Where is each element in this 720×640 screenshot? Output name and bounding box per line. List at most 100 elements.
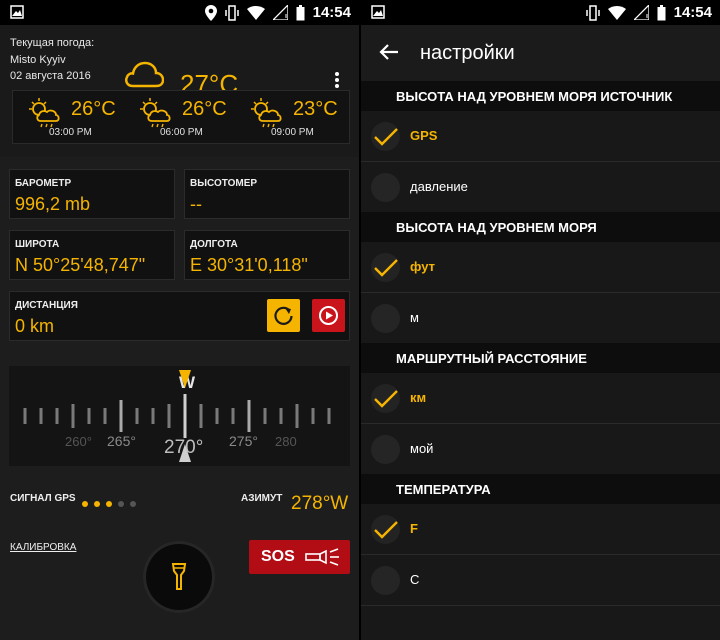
section-header: ВЫСОТА НАД УРОВНЕМ МОРЯ <box>361 212 720 242</box>
option-meters[interactable]: м <box>361 293 720 343</box>
distance-card: ДИСТАНЦИЯ 0 km <box>9 291 350 341</box>
barometer-value: 996,2 mb <box>15 194 91 214</box>
radio-empty <box>371 304 400 333</box>
gps-signal-label: СИГНАЛ GPS <box>10 493 76 504</box>
play-icon <box>319 306 338 325</box>
longitude-value: E 30°31'0,118" <box>190 255 308 275</box>
section-title: ТЕМПЕРАТУРА <box>396 482 491 497</box>
section-title: ВЫСОТА НАД УРОВНЕМ МОРЯ <box>396 220 597 235</box>
check-mark <box>371 384 400 413</box>
wifi-icon <box>607 5 626 20</box>
compass-tick-label: 265° <box>107 433 136 449</box>
section-title: МАРШРУТНЫЙ РАССТОЯНИЕ <box>396 351 587 366</box>
option-label: GPS <box>410 128 438 143</box>
location-name: Misto Kyyiv <box>10 54 66 66</box>
location-icon <box>204 4 217 21</box>
sos-label: SOS <box>261 548 295 565</box>
sos-flashlight-icon <box>305 548 339 566</box>
barometer-label: БАРОМЕТР <box>15 178 72 189</box>
option-label: мой <box>410 441 434 456</box>
longitude-card: ДОЛГОТА E 30°31'0,118" <box>184 230 350 280</box>
cell-signal-icon <box>633 5 649 20</box>
check-mark <box>371 122 400 151</box>
flashlight-button[interactable] <box>146 544 212 610</box>
forecast-time: 03:00 PM <box>49 127 92 138</box>
longitude-label: ДОЛГОТА <box>190 239 238 250</box>
partly-cloudy-rain-icon <box>29 98 60 128</box>
clock: 14:54 <box>312 4 351 21</box>
compass-strip: W 260° 265° 270° 275° 280 <box>9 366 350 466</box>
forecast-time: 06:00 PM <box>160 127 203 138</box>
distance-label: ДИСТАНЦИЯ <box>15 300 78 311</box>
option-label: давление <box>410 179 468 194</box>
compass-tick-label: 280 <box>275 434 297 449</box>
altimeter-label: ВЫСОТОМЕР <box>190 178 258 189</box>
forecast-item: 23°C 09:00 PM <box>235 91 345 145</box>
option-label: C <box>410 572 420 587</box>
screen: 14:54 Текущая погода: Misto Kyyiv 02 авг… <box>0 0 720 640</box>
option-fahrenheit[interactable]: F <box>361 504 720 554</box>
refresh-icon <box>274 306 293 325</box>
compass-scale: W 260° 265° 270° 275° 280 <box>23 370 331 462</box>
overflow-menu-button[interactable] <box>332 72 342 92</box>
option-mi[interactable]: мой <box>361 424 720 474</box>
gps-signal-dot <box>94 501 100 507</box>
checkmark-icon <box>374 521 398 539</box>
flashlight-icon <box>171 563 187 590</box>
altimeter-value: -- <box>190 194 202 214</box>
start-tracking-button[interactable] <box>312 299 345 332</box>
settings-title: настройки <box>420 42 515 64</box>
option-gps[interactable]: GPS <box>361 111 720 161</box>
section-header: ТЕМПЕРАТУРА <box>361 474 720 504</box>
compass-tick-label: 260° <box>65 434 92 449</box>
compass-tick-label: 275° <box>229 433 258 449</box>
reset-distance-button[interactable] <box>267 299 300 332</box>
gps-signal-dot <box>82 501 88 507</box>
back-arrow-icon[interactable] <box>379 43 399 61</box>
forecast-temp: 26°C <box>71 98 116 120</box>
barometer-card: БАРОМЕТР 996,2 mb <box>9 169 175 219</box>
weather-date: 02 августа 2016 <box>10 70 91 82</box>
settings-app-bar: настройки <box>361 25 720 81</box>
forecast-temp: 26°C <box>182 98 227 120</box>
cell-signal-icon <box>272 5 288 20</box>
option-label: м <box>410 310 419 325</box>
option-celsius[interactable]: C <box>361 555 720 605</box>
sos-button[interactable]: SOS <box>249 540 350 574</box>
azimuth-value: 278°W <box>291 493 349 514</box>
partly-cloudy-rain-icon <box>251 98 282 128</box>
forecast-temp: 23°C <box>293 98 338 120</box>
clock: 14:54 <box>673 4 712 21</box>
section-header: МАРШРУТНЫЙ РАССТОЯНИЕ <box>361 343 720 373</box>
latitude-card: ШИРОТА N 50°25'48,747" <box>9 230 175 280</box>
checkmark-icon <box>374 390 398 408</box>
radio-empty <box>371 435 400 464</box>
option-label: км <box>410 390 427 405</box>
latitude-value: N 50°25'48,747" <box>15 255 146 275</box>
altimeter-card: ВЫСОТОМЕР -- <box>184 169 350 219</box>
vibrate-icon <box>224 4 239 21</box>
calibration-link[interactable]: КАЛИБРОВКА <box>10 542 76 553</box>
forecast-item: 26°C 03:00 PM <box>13 91 123 145</box>
option-feet[interactable]: фут <box>361 242 720 292</box>
forecast-strip: 26°C 03:00 PM 26°C 06:00 PM 23°C 09:00 P… <box>12 90 350 144</box>
latitude-label: ШИРОТА <box>15 239 60 250</box>
forecast-time: 09:00 PM <box>271 127 314 138</box>
status-bar: 14:54 <box>0 0 359 25</box>
current-weather-label: Текущая погода: <box>10 37 95 49</box>
checkmark-icon <box>374 259 398 277</box>
forecast-item: 26°C 06:00 PM <box>124 91 234 145</box>
radio-empty <box>371 173 400 202</box>
option-km[interactable]: км <box>361 373 720 423</box>
wifi-icon <box>246 5 265 20</box>
battery-icon <box>657 4 666 20</box>
option-pressure[interactable]: давление <box>361 162 720 212</box>
gps-signal-dot <box>118 501 124 507</box>
distance-value: 0 km <box>15 316 55 336</box>
option-label: фут <box>410 259 435 274</box>
settings-screen: 14:54 настройки ВЫСОТА НАД УРОВНЕМ МОРЯ … <box>361 0 720 640</box>
vibrate-icon <box>585 4 600 21</box>
checkmark-icon <box>374 128 398 146</box>
status-bar: 14:54 <box>361 0 720 25</box>
partly-cloudy-rain-icon <box>140 98 171 128</box>
